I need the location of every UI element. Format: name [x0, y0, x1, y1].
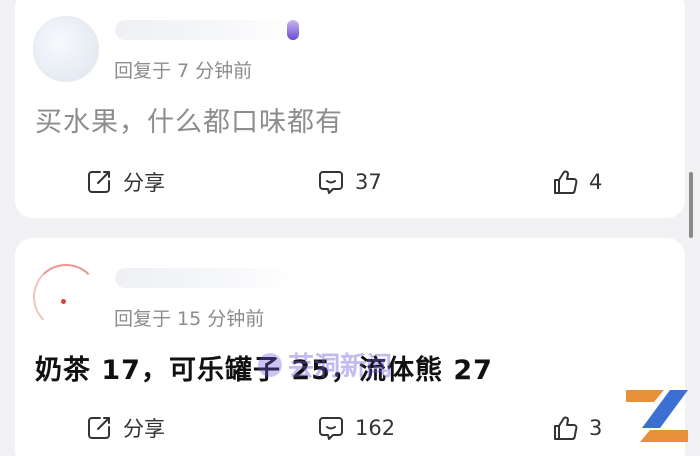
- like-count: 3: [589, 416, 603, 440]
- comment-bubble-icon: [319, 171, 343, 194]
- like-count: 4: [589, 170, 603, 194]
- share-icon: [88, 171, 110, 193]
- share-icon: [88, 417, 110, 439]
- comment-count: 162: [355, 416, 396, 440]
- comment-button[interactable]: 162: [317, 408, 395, 448]
- watermark: 芸洞新闻: [258, 346, 392, 383]
- like-button[interactable]: 3: [551, 408, 602, 448]
- reply-time: 回复于 15 分钟前: [114, 308, 265, 330]
- watermark-logo-icon: [258, 352, 282, 377]
- username-blurred[interactable]: [115, 20, 295, 40]
- avatar[interactable]: [33, 16, 99, 82]
- user-badge-icon: [287, 20, 299, 40]
- brand-logo-icon: [626, 390, 688, 442]
- action-bar: 分享 162 3: [15, 408, 685, 448]
- share-label: 分享: [123, 171, 165, 195]
- comment-card: 回复于 7 分钟前 买水果，什么都口味都有 分享 37 4: [15, 0, 685, 218]
- scrollbar[interactable]: [689, 172, 693, 238]
- watermark-text: 芸洞新闻: [288, 352, 393, 382]
- thumbs-up-icon: [554, 170, 578, 194]
- like-button[interactable]: 4: [551, 162, 602, 202]
- comment-bubble-icon: [319, 417, 343, 440]
- action-bar: 分享 37 4: [15, 162, 685, 202]
- thumbs-up-icon: [554, 416, 578, 440]
- avatar[interactable]: [33, 264, 99, 330]
- username-blurred[interactable]: [115, 268, 295, 288]
- comment-button[interactable]: 37: [317, 162, 382, 202]
- reply-time: 回复于 7 分钟前: [114, 60, 253, 82]
- comment-text: 买水果，什么都口味都有: [35, 107, 343, 138]
- share-label: 分享: [123, 417, 165, 441]
- comment-count: 37: [355, 170, 382, 194]
- share-button[interactable]: 分享: [85, 408, 165, 448]
- share-button[interactable]: 分享: [85, 162, 165, 202]
